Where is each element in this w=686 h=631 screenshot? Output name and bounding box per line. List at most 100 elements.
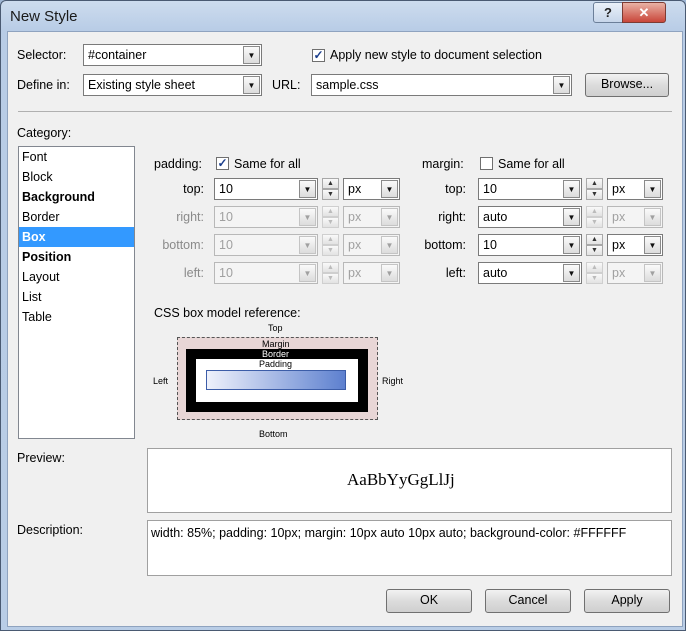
- padding-bottom-combo[interactable]: 10 ▼: [214, 234, 318, 256]
- chevron-down-icon[interactable]: ▼: [644, 236, 661, 254]
- category-label: Category:: [17, 126, 72, 140]
- chevron-down-icon[interactable]: ▼: [299, 180, 316, 198]
- browse-button[interactable]: Browse...: [585, 73, 669, 97]
- margin-top-combo[interactable]: 10 ▼: [478, 178, 582, 200]
- chevron-down-icon[interactable]: ▼: [644, 264, 661, 282]
- spin-up-icon[interactable]: ▲: [586, 178, 603, 189]
- title-bar: New Style ? ✕: [1, 1, 685, 31]
- chevron-down-icon[interactable]: ▼: [381, 236, 398, 254]
- chevron-down-icon[interactable]: ▼: [563, 208, 580, 226]
- close-button[interactable]: ✕: [622, 2, 666, 23]
- category-item-block[interactable]: Block: [19, 167, 134, 187]
- apply-new-style-checkbox[interactable]: ✓: [312, 49, 325, 62]
- spin-down-icon[interactable]: ▼: [586, 245, 603, 256]
- margin-same-for-all-checkbox[interactable]: [480, 157, 493, 170]
- url-label: URL:: [272, 78, 301, 92]
- spin-up-icon[interactable]: ▲: [322, 206, 339, 217]
- apply-button[interactable]: Apply: [584, 589, 670, 613]
- spin-up-icon[interactable]: ▲: [322, 234, 339, 245]
- padding-top-unit[interactable]: px ▼: [343, 178, 400, 200]
- chevron-down-icon[interactable]: ▼: [553, 76, 570, 94]
- category-list[interactable]: Font Block Background Border Box Positio…: [18, 146, 135, 439]
- chevron-down-icon[interactable]: ▼: [563, 180, 580, 198]
- chevron-down-icon[interactable]: ▼: [381, 180, 398, 198]
- category-item-background[interactable]: Background: [19, 187, 134, 207]
- chevron-down-icon[interactable]: ▼: [563, 236, 580, 254]
- ok-button[interactable]: OK: [386, 589, 472, 613]
- preview-label: Preview:: [17, 451, 65, 465]
- category-item-border[interactable]: Border: [19, 207, 134, 227]
- padding-right-unit[interactable]: px ▼: [343, 206, 400, 228]
- spin-down-icon[interactable]: ▼: [322, 189, 339, 200]
- define-in-value: Existing style sheet: [88, 78, 195, 92]
- margin-bottom-label: bottom:: [424, 238, 466, 252]
- chevron-down-icon[interactable]: ▼: [381, 208, 398, 226]
- padding-right-spinner[interactable]: ▲ ▼: [322, 206, 339, 228]
- margin-bottom-unit[interactable]: px ▼: [607, 234, 663, 256]
- spin-down-icon[interactable]: ▼: [586, 217, 603, 228]
- margin-label: margin:: [422, 157, 464, 171]
- category-item-list[interactable]: List: [19, 287, 134, 307]
- margin-right-label: right:: [438, 210, 466, 224]
- chevron-down-icon[interactable]: ▼: [381, 264, 398, 282]
- help-button[interactable]: ?: [593, 2, 623, 23]
- chevron-down-icon[interactable]: ▼: [563, 264, 580, 282]
- spin-down-icon[interactable]: ▼: [586, 189, 603, 200]
- category-item-box[interactable]: Box: [19, 227, 134, 247]
- padding-left-unit[interactable]: px ▼: [343, 262, 400, 284]
- padding-right-combo[interactable]: 10 ▼: [214, 206, 318, 228]
- padding-bottom-spinner[interactable]: ▲ ▼: [322, 234, 339, 256]
- chevron-down-icon[interactable]: ▼: [299, 264, 316, 282]
- margin-left-combo[interactable]: auto ▼: [478, 262, 582, 284]
- chevron-down-icon[interactable]: ▼: [299, 208, 316, 226]
- define-in-combo[interactable]: Existing style sheet ▼: [83, 74, 262, 96]
- margin-right-value: auto: [483, 210, 508, 224]
- spin-up-icon[interactable]: ▲: [586, 262, 603, 273]
- margin-left-label: left:: [445, 266, 466, 280]
- padding-top-combo[interactable]: 10 ▼: [214, 178, 318, 200]
- selector-combo[interactable]: #container ▼: [83, 44, 262, 66]
- padding-same-for-all-checkbox[interactable]: ✓: [216, 157, 229, 170]
- margin-top-value: 10: [483, 182, 497, 196]
- margin-top-spinner[interactable]: ▲ ▼: [586, 178, 603, 200]
- spin-down-icon[interactable]: ▼: [322, 273, 339, 284]
- margin-left-spinner[interactable]: ▲ ▼: [586, 262, 603, 284]
- padding-left-combo[interactable]: 10 ▼: [214, 262, 318, 284]
- spin-down-icon[interactable]: ▼: [322, 217, 339, 228]
- spin-up-icon[interactable]: ▲: [322, 262, 339, 273]
- padding-bottom-unit[interactable]: px ▼: [343, 234, 400, 256]
- category-item-font[interactable]: Font: [19, 147, 134, 167]
- spin-down-icon[interactable]: ▼: [322, 245, 339, 256]
- category-item-table[interactable]: Table: [19, 307, 134, 327]
- category-item-layout[interactable]: Layout: [19, 267, 134, 287]
- padding-right-unit-value: px: [348, 210, 362, 224]
- cancel-button[interactable]: Cancel: [485, 589, 571, 613]
- apply-new-style-label: Apply new style to document selection: [330, 48, 542, 62]
- url-combo[interactable]: sample.css ▼: [311, 74, 572, 96]
- chevron-down-icon[interactable]: ▼: [243, 76, 260, 94]
- padding-left-value: 10: [219, 266, 233, 280]
- spin-down-icon[interactable]: ▼: [586, 273, 603, 284]
- margin-right-unit[interactable]: px ▼: [607, 206, 663, 228]
- box-model-content: [206, 370, 346, 390]
- chevron-down-icon[interactable]: ▼: [644, 180, 661, 198]
- box-model-left: Left: [153, 376, 169, 386]
- box-model-diagram: Top Bottom Left Right Margin Border Padd…: [138, 322, 418, 439]
- box-model-padding: Padding: [196, 359, 358, 402]
- margin-left-unit[interactable]: px ▼: [607, 262, 663, 284]
- chevron-down-icon[interactable]: ▼: [243, 46, 260, 64]
- spin-up-icon[interactable]: ▲: [586, 234, 603, 245]
- margin-right-combo[interactable]: auto ▼: [478, 206, 582, 228]
- chevron-down-icon[interactable]: ▼: [644, 208, 661, 226]
- margin-bottom-combo[interactable]: 10 ▼: [478, 234, 582, 256]
- box-model-padding-label: Padding: [259, 359, 293, 369]
- category-item-position[interactable]: Position: [19, 247, 134, 267]
- chevron-down-icon[interactable]: ▼: [299, 236, 316, 254]
- padding-left-spinner[interactable]: ▲ ▼: [322, 262, 339, 284]
- margin-bottom-spinner[interactable]: ▲ ▼: [586, 234, 603, 256]
- spin-up-icon[interactable]: ▲: [322, 178, 339, 189]
- padding-top-spinner[interactable]: ▲ ▼: [322, 178, 339, 200]
- spin-up-icon[interactable]: ▲: [586, 206, 603, 217]
- margin-top-unit[interactable]: px ▼: [607, 178, 663, 200]
- margin-right-spinner[interactable]: ▲ ▼: [586, 206, 603, 228]
